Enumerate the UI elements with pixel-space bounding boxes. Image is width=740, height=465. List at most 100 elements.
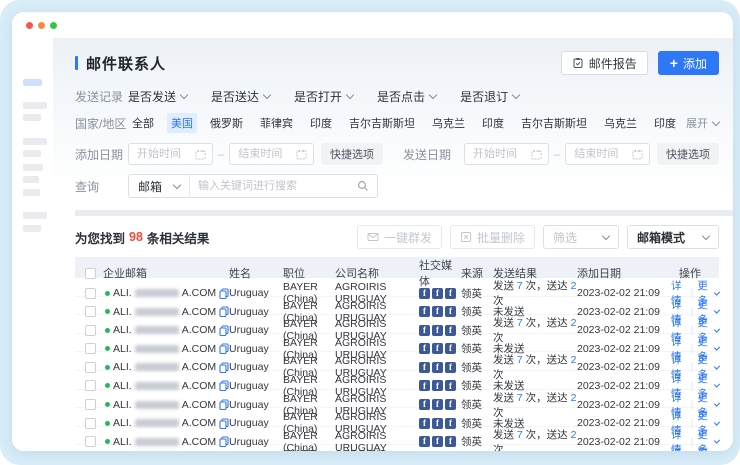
send-date-end-field[interactable] (572, 147, 632, 161)
row-checkbox[interactable] (85, 399, 96, 410)
country-chip[interactable]: 吉尔吉斯斯坦 (517, 113, 591, 133)
name-cell: Uruguay (229, 417, 283, 429)
expand-button[interactable]: 展开 (686, 115, 719, 131)
send-date-end-input[interactable] (565, 143, 650, 165)
facebook-icon[interactable]: f (432, 306, 443, 317)
country-chip[interactable]: 俄罗斯 (206, 113, 247, 133)
copy-email-icon[interactable] (219, 325, 229, 336)
mailbox-mode-select[interactable]: 邮箱模式 (627, 225, 719, 249)
copy-email-icon[interactable] (219, 362, 229, 373)
facebook-icon[interactable]: f (445, 306, 456, 317)
date-cell: 2023-02-02 21:09 (577, 380, 671, 392)
search-input[interactable] (190, 180, 357, 192)
facebook-icon[interactable]: f (419, 436, 430, 447)
facebook-icon[interactable]: f (432, 362, 443, 373)
copy-email-icon[interactable] (219, 399, 229, 410)
sidebar-item[interactable] (23, 164, 43, 171)
send-record-option[interactable]: 是否点击 (377, 88, 436, 105)
country-chip[interactable]: 乌克兰 (600, 113, 641, 133)
country-chip[interactable]: 印度 (306, 113, 336, 133)
email-report-button[interactable]: 邮件报告 (561, 51, 648, 75)
country-chip[interactable]: 美国 (167, 113, 197, 133)
add-date-quick-options-button[interactable]: 快捷选项 (321, 143, 383, 165)
facebook-icon[interactable]: f (419, 325, 430, 336)
facebook-icon[interactable]: f (419, 288, 430, 299)
facebook-icon[interactable]: f (445, 436, 456, 447)
facebook-icon[interactable]: f (419, 380, 430, 391)
send-date-start-input[interactable] (464, 143, 549, 165)
sidebar-item[interactable] (23, 225, 41, 232)
row-checkbox[interactable] (85, 380, 96, 391)
select-all-checkbox[interactable] (85, 268, 96, 279)
facebook-icon[interactable]: f (432, 343, 443, 354)
facebook-icon[interactable]: f (419, 418, 430, 429)
facebook-icon[interactable]: f (432, 399, 443, 410)
facebook-icon[interactable]: f (445, 399, 456, 410)
send-record-option[interactable]: 是否发送 (128, 88, 187, 105)
bulk-send-button[interactable]: 一键群发 (357, 225, 442, 249)
sidebar-item[interactable] (23, 212, 47, 219)
facebook-icon[interactable]: f (445, 418, 456, 429)
detail-link[interactable]: 详情 (671, 445, 687, 451)
send-record-option[interactable]: 是否送达 (211, 88, 270, 105)
facebook-icon[interactable]: f (432, 325, 443, 336)
send-date-quick-options-button[interactable]: 快捷选项 (657, 143, 719, 165)
row-checkbox[interactable] (85, 436, 96, 447)
send-date-start-field[interactable] (471, 147, 531, 161)
facebook-icon[interactable]: f (445, 288, 456, 299)
facebook-icon[interactable]: f (432, 288, 443, 299)
sidebar-item[interactable] (23, 189, 40, 196)
sidebar-item[interactable] (23, 138, 47, 145)
close-window-icon[interactable] (26, 22, 33, 29)
row-checkbox[interactable] (85, 288, 96, 299)
search-field-select[interactable]: 邮箱 (129, 175, 190, 197)
copy-email-icon[interactable] (219, 288, 229, 299)
copy-email-icon[interactable] (219, 418, 229, 429)
facebook-icon[interactable]: f (445, 362, 456, 373)
row-checkbox[interactable] (85, 306, 96, 317)
copy-email-icon[interactable] (219, 306, 229, 317)
more-link[interactable]: 更多 (697, 445, 719, 451)
facebook-icon[interactable]: f (419, 306, 430, 317)
filter-select[interactable]: 筛选 (543, 225, 619, 249)
facebook-icon[interactable]: f (419, 399, 430, 410)
country-chip[interactable]: 乌克兰 (428, 113, 469, 133)
maximize-window-icon[interactable] (50, 22, 57, 29)
facebook-icon[interactable]: f (432, 436, 443, 447)
copy-email-icon[interactable] (219, 343, 229, 354)
facebook-icon[interactable]: f (445, 380, 456, 391)
add-date-start-field[interactable] (135, 147, 195, 161)
sidebar-item-active[interactable] (23, 79, 42, 86)
sidebar-item[interactable] (23, 114, 41, 121)
sidebar-item[interactable] (23, 102, 47, 109)
send-record-option[interactable]: 是否打开 (294, 88, 353, 105)
country-chip[interactable]: 菲律宾 (256, 113, 297, 133)
sidebar-item[interactable] (23, 150, 41, 157)
row-checkbox[interactable] (85, 362, 96, 373)
add-date-end-field[interactable] (236, 147, 296, 161)
sidebar-item[interactable] (23, 176, 39, 183)
facebook-icon[interactable]: f (419, 362, 430, 373)
country-chip[interactable]: 全部 (128, 113, 158, 133)
row-checkbox[interactable] (85, 325, 96, 336)
row-checkbox[interactable] (85, 343, 96, 354)
facebook-icon[interactable]: f (432, 418, 443, 429)
col-header-social: 社交媒体 (419, 257, 461, 289)
facebook-icon[interactable]: f (432, 380, 443, 391)
search-icon[interactable] (357, 180, 369, 192)
facebook-icon[interactable]: f (445, 325, 456, 336)
bulk-delete-button[interactable]: 批量删除 (450, 225, 535, 249)
send-record-option[interactable]: 是否退订 (460, 88, 519, 105)
country-chip[interactable]: 印度 (650, 113, 680, 133)
copy-email-icon[interactable] (219, 436, 229, 447)
add-date-start-input[interactable] (128, 143, 213, 165)
facebook-icon[interactable]: f (419, 343, 430, 354)
country-chip[interactable]: 印度 (478, 113, 508, 133)
copy-email-icon[interactable] (219, 380, 229, 391)
country-chip[interactable]: 吉尔吉斯斯坦 (345, 113, 419, 133)
add-contact-button[interactable]: + 添加 (658, 51, 719, 75)
add-date-end-input[interactable] (229, 143, 314, 165)
row-checkbox[interactable] (85, 418, 96, 429)
minimize-window-icon[interactable] (38, 22, 45, 29)
facebook-icon[interactable]: f (445, 343, 456, 354)
